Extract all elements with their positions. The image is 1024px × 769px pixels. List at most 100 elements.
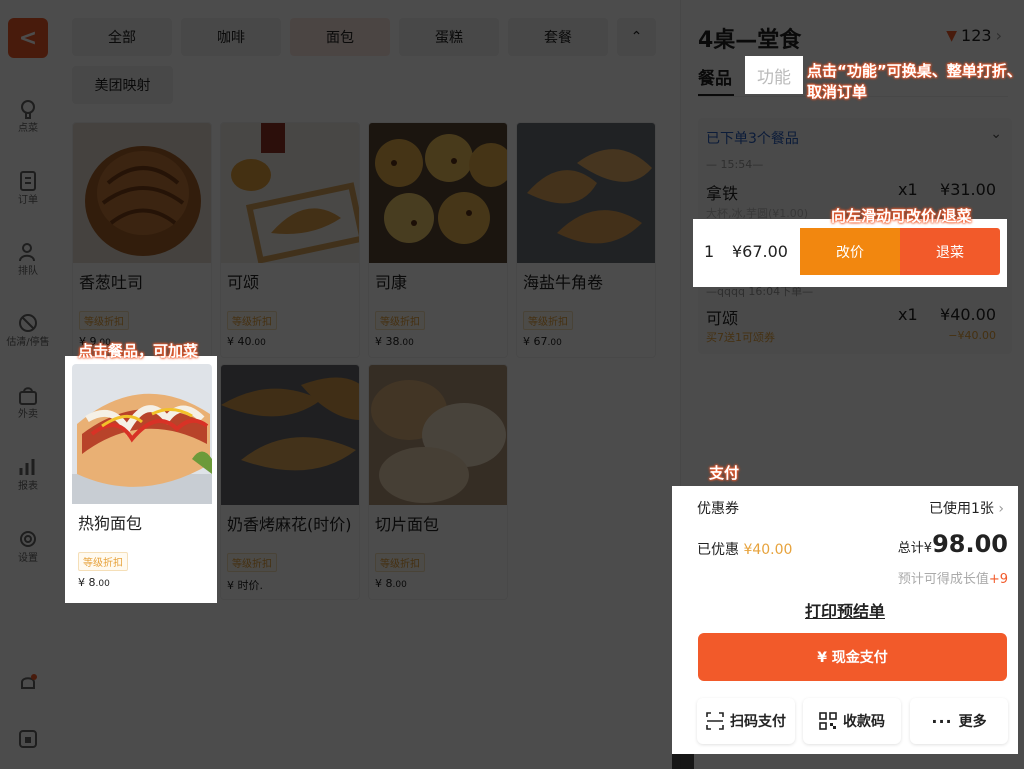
- scan-icon: [706, 712, 724, 730]
- coupon-used-text: 已使用1张: [929, 501, 994, 517]
- nav-item-soldout[interactable]: 估清/停售: [0, 312, 56, 349]
- receipt-icon: [20, 171, 36, 191]
- swipe-order-row[interactable]: 1 ¥67.00 改价 退菜: [694, 220, 1006, 286]
- category-meituan[interactable]: 美团映射: [72, 66, 173, 104]
- category-cake[interactable]: 蛋糕: [399, 18, 499, 56]
- print-prebill-button[interactable]: 打印预结单: [672, 598, 1018, 622]
- price-currency: ¥: [227, 579, 234, 592]
- price-currency: ¥: [523, 335, 530, 348]
- price-decimal: .00: [95, 579, 110, 589]
- tab-items[interactable]: 餐品: [698, 64, 734, 97]
- nav-item-label: 点菜: [18, 123, 38, 134]
- nav-item-order[interactable]: 点菜: [0, 98, 56, 135]
- qr-code-label: 收款码: [843, 714, 885, 730]
- swipe-row-price: ¥67.00: [732, 242, 788, 261]
- payment-panel: 优惠券 已使用1张 › 已优惠 ¥40.00 总计¥98.00 预计可得成长值+…: [672, 486, 1018, 754]
- discount-tag: 等级折扣: [375, 311, 425, 330]
- nav-lock[interactable]: [0, 728, 56, 750]
- nav-rail: < 点菜 订单 排队 估清/停售 外卖 报表 设置: [0, 0, 56, 769]
- coupon-label[interactable]: 优惠券: [697, 498, 739, 518]
- coupon-used[interactable]: 已使用1张 ›: [929, 498, 1004, 518]
- product-price: ¥ 8.00: [375, 577, 407, 590]
- order-item-qty: x1: [898, 305, 918, 324]
- category-coffee[interactable]: 咖啡: [181, 18, 281, 56]
- product-card[interactable]: 海盐牛角卷 等级折扣 ¥ 67.00: [516, 122, 656, 358]
- product-price: ¥ 时价.: [227, 577, 263, 593]
- price-integer: 40: [237, 335, 252, 348]
- member-badge[interactable]: ▼ 123 ›: [946, 26, 1002, 45]
- order-item-name: 可颂: [706, 309, 739, 328]
- category-bread[interactable]: 面包: [290, 18, 390, 56]
- person-icon: [19, 243, 35, 262]
- price-decimal: .00: [399, 338, 414, 348]
- product-image: [72, 364, 212, 504]
- price-integer: 8: [88, 576, 96, 589]
- category-all[interactable]: 全部: [72, 18, 172, 56]
- discount-tag: 等级折扣: [227, 553, 277, 572]
- nav-item-reports[interactable]: 报表: [0, 456, 56, 493]
- product-name: 香葱吐司: [79, 273, 144, 292]
- order-item-promo: 买7送1可颂券: [706, 331, 775, 344]
- edit-price-button[interactable]: 改价: [800, 228, 900, 275]
- qr-code-button[interactable]: 收款码: [803, 698, 901, 744]
- chevron-down-icon[interactable]: ⌄: [990, 126, 1002, 142]
- back-button[interactable]: <: [8, 18, 48, 58]
- highlighted-product-frame: 热狗面包 等级折扣 ¥ 8.00: [65, 356, 217, 603]
- ordered-header[interactable]: 已下单3个餐品: [706, 128, 799, 148]
- gear-icon: [20, 531, 36, 547]
- price-integer: 时价.: [237, 579, 264, 592]
- nav-item-settings[interactable]: 设置: [0, 528, 56, 565]
- nav-item-label: 排队: [18, 266, 38, 277]
- return-item-button[interactable]: 退菜: [900, 228, 1000, 275]
- product-price: ¥ 67.00: [523, 335, 562, 348]
- order-item-spec: 大杯,冰,芋圆(¥1.00): [706, 207, 809, 220]
- nav-item-takeout[interactable]: 外卖: [0, 384, 56, 421]
- product-image: [221, 365, 359, 505]
- annotation-functions-line1: 点击“功能”可换桌、整单打折、: [807, 62, 1022, 80]
- scan-pay-button[interactable]: 扫码支付: [697, 698, 795, 744]
- chevron-up-icon: ⌃: [630, 29, 643, 45]
- ban-icon: [19, 314, 37, 332]
- nav-notification[interactable]: [0, 672, 56, 694]
- product-name: 热狗面包: [78, 514, 143, 533]
- table-title: 4桌—堂食: [698, 28, 802, 53]
- notification-bell-icon: [21, 674, 37, 689]
- vip-icon: ▼: [946, 27, 958, 44]
- discount-tag: 等级折扣: [523, 311, 573, 330]
- product-card[interactable]: 奶香烤麻花(时价) 等级折扣 ¥ 时价.: [220, 364, 360, 600]
- total-currency: ¥: [923, 541, 933, 556]
- chevron-right-icon: ›: [995, 26, 1002, 45]
- product-card[interactable]: 香葱吐司 等级折扣 ¥ 9.00: [72, 122, 212, 358]
- product-card[interactable]: 司康 等级折扣 ¥ 38.00: [368, 122, 508, 358]
- product-card[interactable]: 可颂 等级折扣 ¥ 40.00: [220, 122, 360, 358]
- bar-chart-icon: [19, 459, 35, 475]
- collapse-categories-button[interactable]: ⌃: [617, 18, 656, 56]
- batch-time: — 15:54—: [706, 158, 764, 171]
- product-card[interactable]: 热狗面包 等级折扣 ¥ 8.00: [72, 364, 212, 600]
- growth-points: 预计可得成长值+9: [898, 568, 1008, 587]
- category-combo[interactable]: 套餐: [508, 18, 608, 56]
- lock-icon: [19, 730, 37, 748]
- discount-value: ¥40.00: [743, 542, 793, 558]
- cash-pay-button[interactable]: ¥ 现金支付: [698, 633, 1007, 681]
- product-card[interactable]: 切片面包 等级折扣 ¥ 8.00: [368, 364, 508, 600]
- total-amount: 总计¥98.00: [898, 530, 1008, 558]
- order-item-price: ¥40.00: [940, 305, 996, 324]
- nav-item-queue[interactable]: 排队: [0, 241, 56, 278]
- nav-item-label: 订单: [18, 195, 38, 206]
- product-name: 海盐牛角卷: [523, 273, 604, 292]
- price-currency: ¥: [375, 335, 382, 348]
- product-name: 可颂: [227, 273, 260, 292]
- price-currency: ¥: [227, 335, 234, 348]
- more-button[interactable]: ··· 更多: [910, 698, 1008, 744]
- nav-item-orders[interactable]: 订单: [0, 170, 56, 207]
- nav-item-label: 估清/停售: [6, 337, 50, 348]
- back-arrow-icon: <: [18, 25, 38, 51]
- product-image: [369, 123, 507, 263]
- swipe-row-qty: 1: [704, 242, 715, 261]
- price-decimal: .00: [251, 338, 266, 348]
- price-integer: 38: [385, 335, 400, 348]
- tab-functions[interactable]: 功能: [745, 56, 803, 94]
- nav-item-label: 外卖: [18, 409, 38, 420]
- annotation-pay: 支付: [709, 464, 740, 482]
